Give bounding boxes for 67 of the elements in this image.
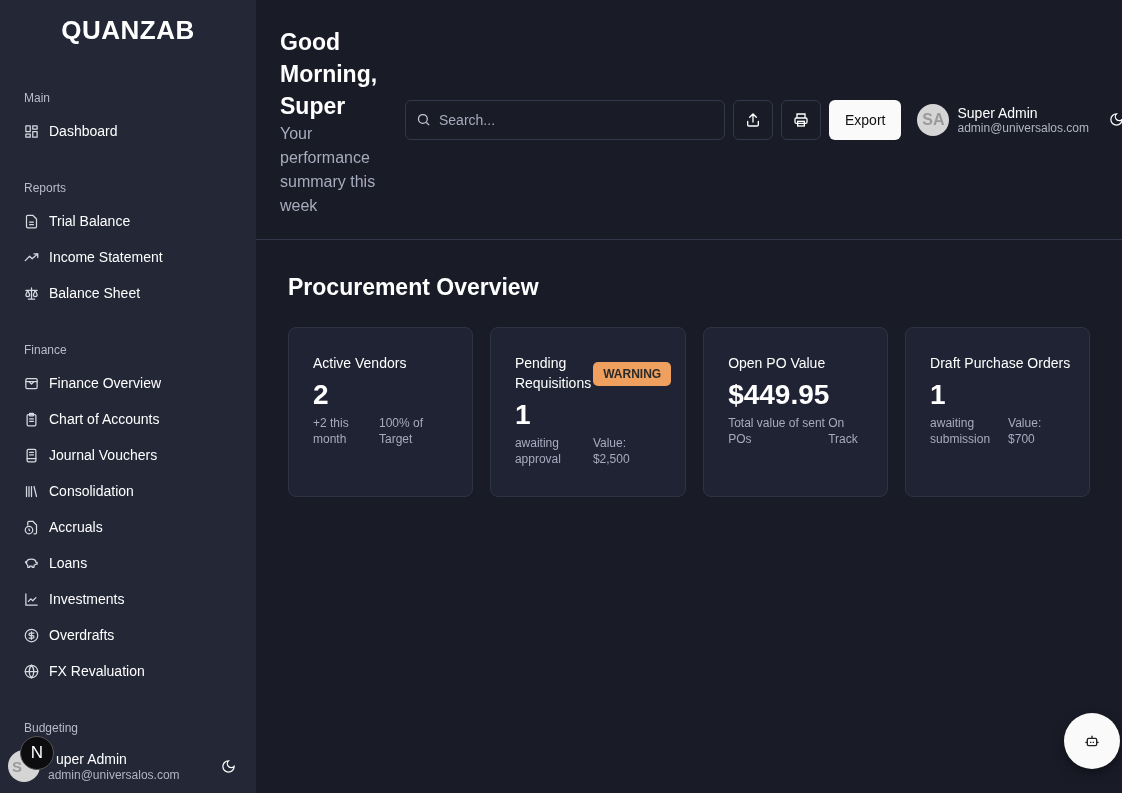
avatar: SA (917, 103, 950, 136)
card-note: 100% of Target (379, 415, 425, 447)
moon-icon[interactable] (221, 758, 236, 774)
logo: QUANZAB (61, 15, 195, 45)
card-note: On Track (828, 415, 859, 447)
subtitle: Your performance summary this week (280, 124, 377, 216)
card-note: awaiting approval (514, 435, 562, 467)
export-button[interactable]: Export (829, 99, 902, 140)
sidebar-item[interactable]: Income Statement (24, 239, 163, 275)
section-label: Finance (24, 342, 67, 359)
user-name: uper Admin (55, 751, 127, 767)
card-title: Open PO Value (728, 354, 826, 373)
sidebar-item[interactable]: Journal Vouchers (24, 437, 158, 473)
printer-icon (793, 111, 809, 128)
sidebar-item[interactable]: Chart of Accounts (24, 401, 160, 437)
sidebar-item[interactable]: Dashboard (24, 113, 118, 149)
card-title: Active Vendors (313, 354, 407, 373)
bars-icon (24, 483, 39, 499)
card-note: Total value of sent POs (728, 415, 826, 447)
sidebar-item[interactable]: Overdrafts (24, 617, 115, 653)
dev-badge[interactable]: N (20, 736, 54, 770)
card-value: 1 (930, 379, 947, 411)
card-value: $449.95 (728, 379, 831, 411)
print-button[interactable] (781, 99, 821, 140)
card-note: Value: $700 (1008, 415, 1043, 447)
book-icon (24, 447, 39, 463)
card-note: Value: $2,500 (592, 435, 631, 467)
piggy-bank-icon (24, 555, 39, 571)
card-title: Draft Purchase Orders (930, 354, 1071, 373)
document-icon (24, 213, 39, 229)
scale-icon (24, 285, 39, 301)
sidebar-item[interactable]: Accruals (24, 509, 103, 545)
section-label: Reports (24, 180, 67, 197)
greeting: Good Morning, Super (280, 28, 379, 121)
section-label: Main (24, 90, 50, 107)
sidebar-item[interactable]: Balance Sheet (24, 275, 141, 311)
sidebar-item[interactable]: Trial Balance (24, 203, 131, 239)
upload-icon (745, 111, 761, 128)
clipboard-icon (24, 411, 39, 427)
user-email: admin@universalos.com (48, 768, 181, 782)
search-field[interactable]: Search... (405, 99, 725, 140)
card-value: 1 (514, 399, 532, 431)
assistant-button[interactable] (1064, 713, 1121, 769)
share-button[interactable] (733, 99, 773, 140)
sidebar-item[interactable]: Loans (24, 545, 88, 581)
user-email: admin@universalos.com (957, 120, 1090, 135)
inbox-icon (24, 375, 39, 391)
line-chart-icon (24, 591, 39, 607)
sidebar-item[interactable]: FX Revaluation (24, 653, 145, 689)
card-note: awaiting submission (930, 415, 992, 447)
card-note: +2 this month (313, 415, 350, 447)
sidebar-item[interactable]: Finance Overview (24, 365, 162, 401)
section-label: Budgeting (24, 720, 79, 737)
search-icon (416, 111, 431, 127)
page-title: Procurement Overview (288, 274, 539, 301)
file-clock-icon (24, 519, 39, 535)
dollar-icon (24, 627, 39, 643)
grid-icon (24, 123, 39, 139)
warning-badge: WARNING (593, 362, 672, 386)
robot-icon (1084, 733, 1101, 749)
card-value: 2 (313, 379, 330, 411)
sidebar-item[interactable]: Consolidation (24, 473, 134, 509)
globe-icon (24, 663, 39, 679)
card-title: Pending Requisitions (514, 354, 592, 393)
user-name: Super Admin (957, 104, 1039, 121)
moon-icon[interactable] (1109, 112, 1122, 127)
sidebar-item[interactable]: Investments (24, 581, 125, 617)
